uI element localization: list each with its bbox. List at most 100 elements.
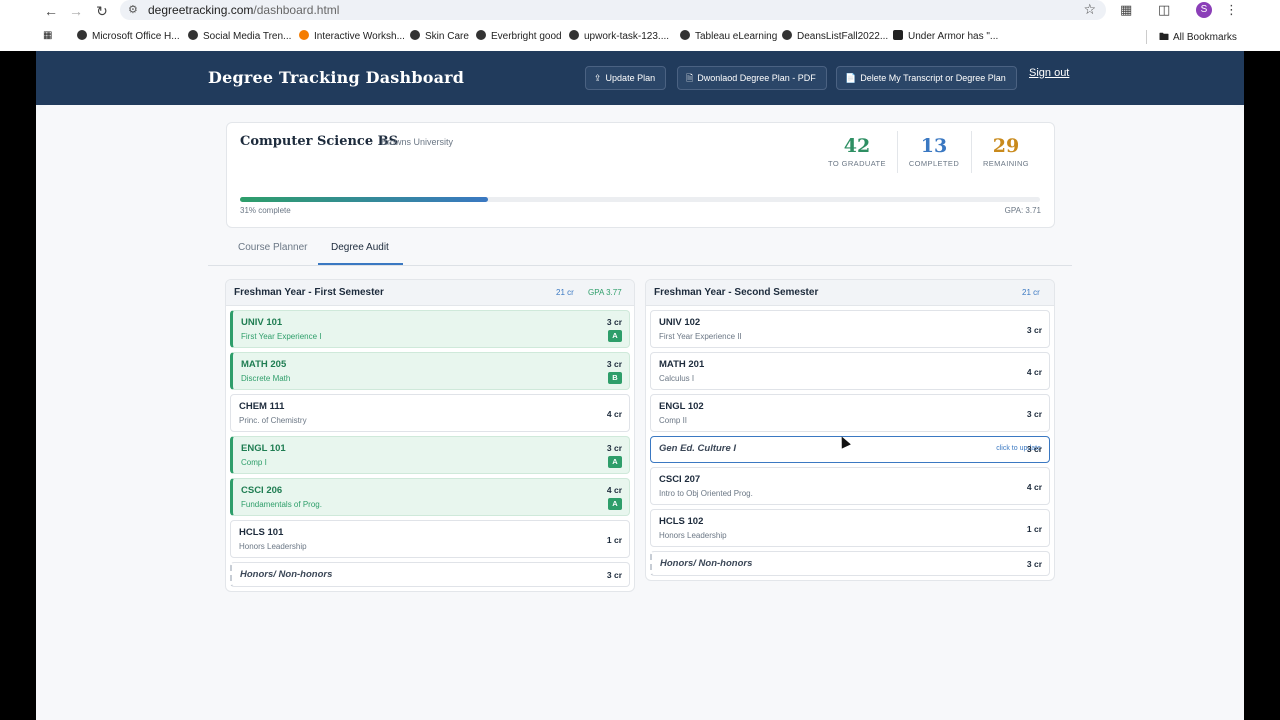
semester-header: Freshman Year - First Semester 21 cr GPA… <box>226 280 634 306</box>
semester-panel: Freshman Year - Second Semester 21 cr UN… <box>645 279 1055 581</box>
bookmark-favicon-icon <box>410 30 420 40</box>
app-window: Degree Tracking Dashboard ⇪ Update Plan 🗎… <box>36 51 1244 720</box>
course-code: HCLS 101 <box>239 527 284 538</box>
elective-slot[interactable]: Honors/ Non-honors 3 cr <box>230 562 630 587</box>
to-graduate-value: 42 <box>843 135 871 157</box>
progress-label: 31% complete <box>240 206 291 215</box>
active-tab-indicator <box>318 263 403 265</box>
sign-out-link[interactable]: Sign out <box>1029 67 1069 79</box>
course-card[interactable]: ENGL 102 Comp II 3 cr <box>650 394 1050 432</box>
extensions-icon[interactable]: ▦ <box>1120 2 1132 18</box>
bookmark-item[interactable]: Skin Care <box>410 30 469 42</box>
file-icon: 📄 <box>845 73 857 83</box>
semester-credits: 21 cr <box>556 288 574 297</box>
site-info-icon[interactable]: ⚙ <box>128 3 138 16</box>
address-bar[interactable]: ⚙ degreetracking.com/dashboard.html ☆ <box>120 0 1106 20</box>
update-plan-button[interactable]: ⇪ Update Plan <box>585 66 667 90</box>
course-name: First Year Experience I <box>241 332 322 341</box>
course-card[interactable]: UNIV 101 First Year Experience I 3 cr A <box>230 310 630 348</box>
url-host: degreetracking.com <box>148 3 254 17</box>
grade-badge: A <box>608 330 622 342</box>
course-code: MATH 201 <box>659 359 705 370</box>
semester-panel: Freshman Year - First Semester 21 cr GPA… <box>225 279 635 592</box>
url-text[interactable]: degreetracking.com/dashboard.html <box>148 3 339 17</box>
download-plan-button[interactable]: 🗎 Dwonlaod Degree Plan - PDF <box>677 66 827 90</box>
delete-transcript-button[interactable]: 📄 Delete My Transcript or Degree Plan <box>836 66 1017 90</box>
tab-course-planner[interactable]: Course Planner <box>238 242 307 253</box>
bookmark-item[interactable]: Under Armor has "... <box>893 30 998 42</box>
course-credits: 3 cr <box>606 317 622 327</box>
update-plan-label: Update Plan <box>605 73 656 83</box>
stat-remaining: 29 REMAINING <box>970 135 1042 168</box>
elective-slot[interactable]: Honors/ Non-honors 3 cr <box>650 551 1050 576</box>
bookmark-item[interactable]: Everbright good <box>476 30 562 42</box>
app-header: Degree Tracking Dashboard ⇪ Update Plan 🗎… <box>36 51 1244 105</box>
bookmark-label: DeansListFall2022... <box>797 31 889 42</box>
bookmark-favicon-icon <box>680 30 690 40</box>
course-name: Comp II <box>659 416 688 425</box>
course-card[interactable]: MATH 201 Calculus I 4 cr <box>650 352 1050 390</box>
upload-icon: ⇪ <box>594 73 602 83</box>
bookmark-label: upwork-task-123.... <box>584 31 670 42</box>
folder-icon: 🖿 <box>1159 32 1169 43</box>
bookmark-item[interactable]: DeansListFall2022... <box>782 30 888 42</box>
course-card[interactable]: CSCI 207 Intro to Obj Oriented Prog. 4 c… <box>650 467 1050 505</box>
view-tabs: Course Planner Degree Audit <box>208 236 1072 266</box>
university-name: Browns University <box>381 137 454 147</box>
course-credits: 1 cr <box>1026 524 1042 534</box>
all-bookmarks[interactable]: 🖿 All Bookmarks <box>1159 30 1237 47</box>
bookmark-item[interactable]: Social Media Tren... <box>188 30 291 42</box>
degree-progress-bar <box>240 197 1040 202</box>
forward-icon[interactable]: → <box>67 2 85 20</box>
browser-toolbar: ← → ↻ ⚙ degreetracking.com/dashboard.htm… <box>0 0 1280 22</box>
elective-slot[interactable]: Gen Ed. Culture I click to update 3 cr <box>650 436 1050 463</box>
bookmark-item[interactable]: Microsoft Office H... <box>77 30 180 42</box>
to-graduate-label: TO GRADUATE <box>828 159 886 168</box>
overall-gpa: GPA: 3.71 <box>1004 206 1041 215</box>
course-code: UNIV 101 <box>241 317 283 328</box>
tab-degree-audit[interactable]: Degree Audit <box>331 242 389 253</box>
bookmark-item[interactable]: Interactive Worksh... <box>299 30 405 42</box>
semester-header: Freshman Year - Second Semester 21 cr <box>646 280 1054 306</box>
course-card[interactable]: HCLS 102 Honors Leadership 1 cr <box>650 509 1050 547</box>
elective-name: Gen Ed. Culture I <box>659 443 737 454</box>
bookmark-item[interactable]: Tableau eLearning <box>680 30 777 42</box>
apps-grid-icon[interactable]: ▦ <box>43 30 52 41</box>
course-code: ENGL 102 <box>659 401 704 412</box>
course-card[interactable]: HCLS 101 Honors Leadership 1 cr <box>230 520 630 558</box>
course-card[interactable]: MATH 205 Discrete Math 3 cr B <box>230 352 630 390</box>
browser-chrome: ← → ↻ ⚙ degreetracking.com/dashboard.htm… <box>0 0 1280 51</box>
course-name: Honors Leadership <box>659 531 727 540</box>
course-name: Honors Leadership <box>239 542 307 551</box>
course-card[interactable]: CHEM 111 Princ. of Chemistry 4 cr <box>230 394 630 432</box>
course-card[interactable]: CSCI 206 Fundamentals of Prog. 4 cr A <box>230 478 630 516</box>
degree-title: Computer Science BS <box>240 134 399 149</box>
course-credits: 3 cr <box>606 443 622 453</box>
back-icon[interactable]: ← <box>42 2 60 20</box>
course-name: Fundamentals of Prog. <box>241 500 322 509</box>
course-credits: 3 cr <box>1026 409 1042 419</box>
bookmark-label: Microsoft Office H... <box>92 31 180 42</box>
course-card[interactable]: UNIV 102 First Year Experience II 3 cr <box>650 310 1050 348</box>
bookmark-favicon-icon <box>782 30 792 40</box>
browser-menu-icon[interactable]: ⋮ <box>1225 2 1238 18</box>
course-code: CHEM 111 <box>239 401 285 412</box>
course-credits: 3 cr <box>1026 325 1042 335</box>
remaining-value: 29 <box>992 135 1020 157</box>
course-credits: 1 cr <box>606 535 622 545</box>
course-credits: 4 cr <box>606 409 622 419</box>
reload-icon[interactable]: ↻ <box>93 2 111 20</box>
course-name: Discrete Math <box>241 374 291 383</box>
semester-gpa: GPA 3.77 <box>588 288 622 297</box>
bookmark-star-icon[interactable]: ☆ <box>1083 1 1096 18</box>
bookmark-label: Everbright good <box>491 31 562 42</box>
bookmark-item[interactable]: upwork-task-123.... <box>569 30 669 42</box>
course-code: ENGL 101 <box>241 443 286 454</box>
remaining-label: REMAINING <box>982 159 1030 168</box>
document-icon: 🗎 <box>686 73 694 83</box>
download-plan-label: Dwonlaod Degree Plan - PDF <box>697 73 816 83</box>
course-card[interactable]: ENGL 101 Comp I 3 cr A <box>230 436 630 474</box>
profile-avatar[interactable]: S <box>1196 2 1212 18</box>
tab-search-icon[interactable]: ◫ <box>1158 2 1170 18</box>
bookmark-favicon-icon <box>476 30 486 40</box>
